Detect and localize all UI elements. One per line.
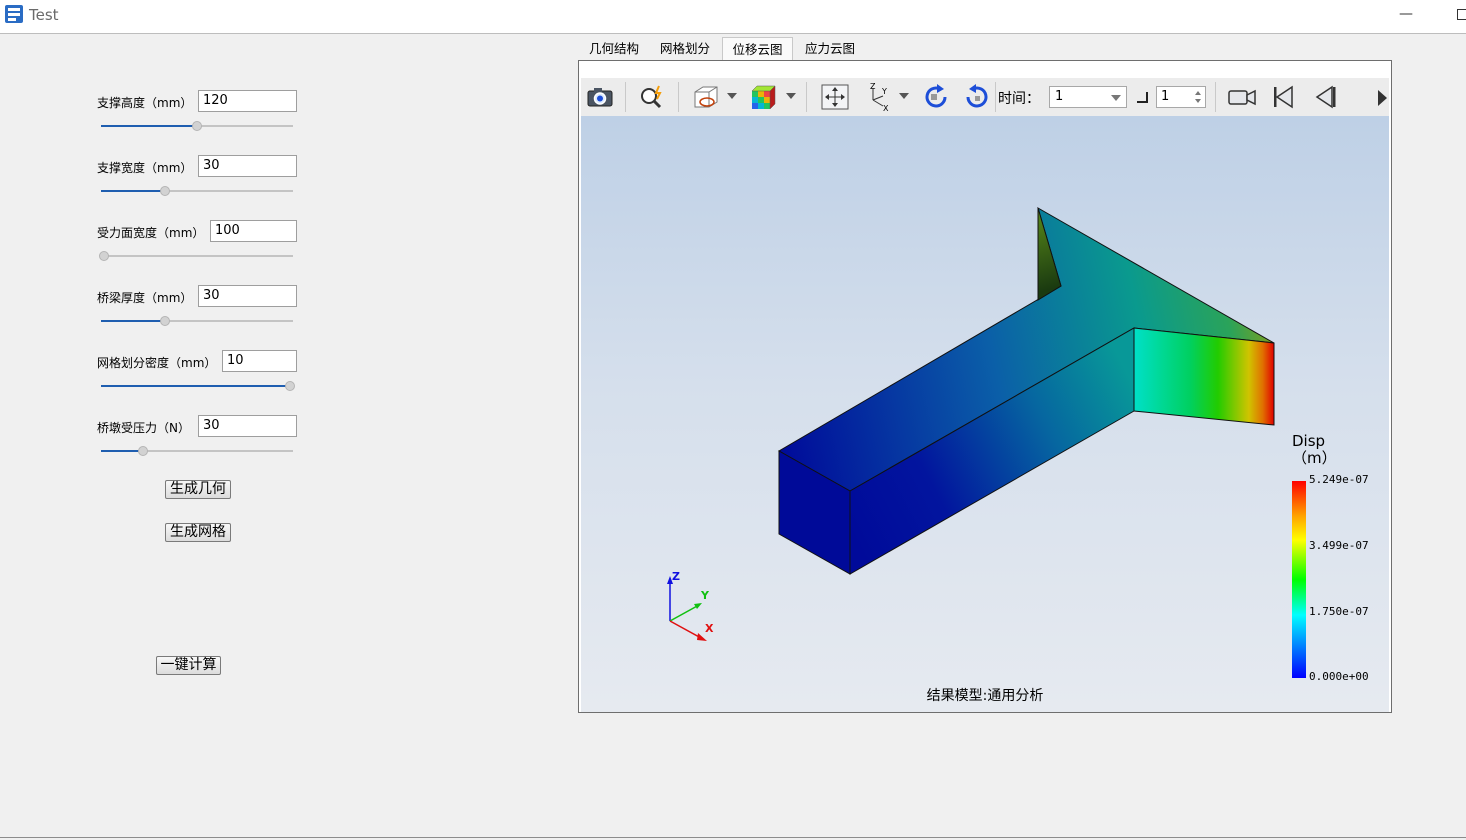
maximize-icon xyxy=(1456,9,1466,20)
axis-z-label: Z xyxy=(672,570,680,583)
load-face-width-input[interactable]: 100 xyxy=(210,220,297,242)
color-cube-icon[interactable] xyxy=(747,82,781,112)
title-bar: Test — xyxy=(0,0,1466,34)
legend-unit: （m） xyxy=(1292,449,1337,467)
fit-view-icon[interactable] xyxy=(818,82,852,112)
render-canvas[interactable]: Z Y X Disp （m） 5.249e-07 3.499e-07 1.750… xyxy=(581,116,1389,712)
viewer-toolbar: Z Y X 时间： 1 1 xyxy=(581,77,1389,117)
legend-title: Disp （m） xyxy=(1292,433,1337,467)
time-select[interactable]: 1 xyxy=(1049,86,1127,108)
support-width-slider[interactable] xyxy=(101,186,293,196)
time-label: 时间： xyxy=(998,91,1040,107)
query-icon[interactable] xyxy=(635,82,669,112)
legend-tick-label: 3.499e-07 xyxy=(1309,539,1369,552)
load-face-width-slider[interactable] xyxy=(99,251,293,261)
record-icon[interactable] xyxy=(1225,82,1259,112)
param-label: 支撑高度（mm） xyxy=(97,96,193,110)
color-dropdown-icon[interactable] xyxy=(786,93,796,99)
step-value: 1 xyxy=(1161,89,1170,104)
pier-pressure-slider[interactable] xyxy=(101,446,293,456)
slider-handle[interactable] xyxy=(160,186,170,196)
tab-stress[interactable]: 应力云图 xyxy=(796,37,864,61)
legend-min-label: 0.000e+00 xyxy=(1309,670,1369,683)
previous-frame-icon[interactable] xyxy=(1308,82,1342,112)
time-select-value: 1 xyxy=(1055,89,1064,104)
param-label: 受力面宽度（mm） xyxy=(97,226,205,240)
spin-up-icon[interactable] xyxy=(1195,91,1201,95)
param-label: 桥梁厚度（mm） xyxy=(97,291,193,305)
result-viewer: Z Y X 时间： 1 1 Z Y X Disp （m） 5.249e-07 3… xyxy=(578,60,1392,713)
support-height-input[interactable]: 120 xyxy=(198,90,297,112)
mesh-density-input[interactable]: 10 xyxy=(222,350,297,372)
minimize-button[interactable]: — xyxy=(1392,2,1420,28)
generate-mesh-button[interactable]: 生成网格 xyxy=(165,523,231,542)
mesh-density-slider[interactable] xyxy=(101,381,295,391)
axis-x-label: X xyxy=(705,622,714,635)
param-label: 支撑宽度（mm） xyxy=(97,161,193,175)
camera-icon[interactable] xyxy=(583,82,617,112)
tab-geometry[interactable]: 几何结构 xyxy=(580,37,648,61)
first-frame-icon[interactable] xyxy=(1266,82,1300,112)
svg-text:Y: Y xyxy=(881,87,887,96)
slider-handle[interactable] xyxy=(99,251,109,261)
chevron-down-icon xyxy=(1111,95,1121,101)
svg-text:Z: Z xyxy=(870,82,876,91)
spin-down-icon[interactable] xyxy=(1195,99,1201,103)
legend-color-bar xyxy=(1292,481,1306,678)
pier-pressure-input[interactable]: 30 xyxy=(198,415,297,437)
axis-triad xyxy=(667,576,707,641)
svg-text:X: X xyxy=(883,104,889,112)
one-click-compute-button[interactable]: 一键计算 xyxy=(156,656,221,675)
rotate-cw-icon[interactable] xyxy=(919,82,953,112)
maximize-button[interactable] xyxy=(1448,2,1466,28)
axis-y-label: Y xyxy=(701,589,709,602)
bridge-model xyxy=(667,206,1275,641)
tab-displacement[interactable]: 位移云图 xyxy=(722,37,793,61)
param-label: 桥墩受压力（N） xyxy=(97,421,190,435)
step-icon xyxy=(1137,92,1148,103)
legend-tick-label: 1.750e-07 xyxy=(1309,605,1369,618)
bridge-thickness-slider[interactable] xyxy=(101,316,293,326)
status-divider xyxy=(0,837,1466,838)
slider-handle[interactable] xyxy=(285,381,295,391)
slider-handle[interactable] xyxy=(138,446,148,456)
next-frame-icon[interactable] xyxy=(1376,89,1388,107)
legend-quantity: Disp xyxy=(1292,432,1326,450)
axes-icon[interactable]: Z Y X xyxy=(861,82,895,112)
axes-dropdown-icon[interactable] xyxy=(899,93,909,99)
step-spinbox[interactable]: 1 xyxy=(1156,86,1206,108)
app-icon xyxy=(5,5,23,23)
support-height-slider[interactable] xyxy=(101,121,293,131)
display-mode-icon[interactable] xyxy=(689,82,723,112)
bridge-thickness-input[interactable]: 30 xyxy=(198,285,297,307)
slider-handle[interactable] xyxy=(160,316,170,326)
slider-handle[interactable] xyxy=(192,121,202,131)
support-width-input[interactable]: 30 xyxy=(198,155,297,177)
generate-geometry-button[interactable]: 生成几何 xyxy=(165,480,231,499)
window-title: Test xyxy=(29,6,59,24)
legend-max-label: 5.249e-07 xyxy=(1309,473,1369,486)
rotate-ccw-icon[interactable] xyxy=(960,82,994,112)
param-label: 网格划分密度（mm） xyxy=(97,356,217,370)
model-caption: 结果模型:通用分析 xyxy=(926,688,1044,704)
display-mode-dropdown-icon[interactable] xyxy=(727,93,737,99)
tab-mesh[interactable]: 网格划分 xyxy=(651,37,719,61)
